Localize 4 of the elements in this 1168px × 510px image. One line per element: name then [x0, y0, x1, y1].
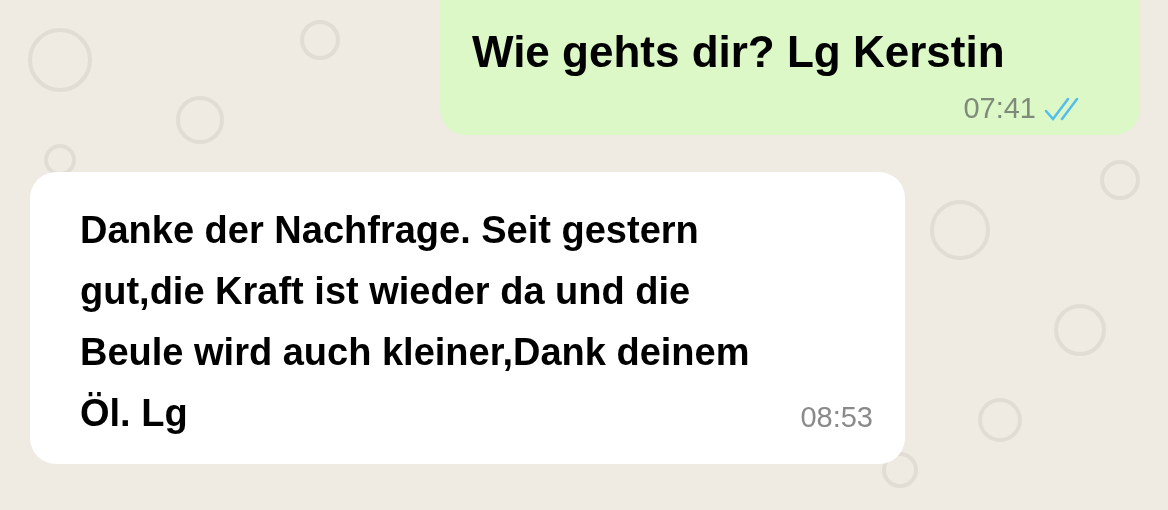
message-text: Wie gehts dir? Lg Kerstin	[472, 26, 1006, 78]
message-time: 07:41	[963, 94, 1036, 123]
message-text: Danke der Nachfrage. Seit gestern gut,die Kraft ist wieder da und die Beule wird auch kleiner,Dank deinem Öl. Lg	[80, 208, 751, 436]
message-time: 08:53	[800, 403, 873, 432]
